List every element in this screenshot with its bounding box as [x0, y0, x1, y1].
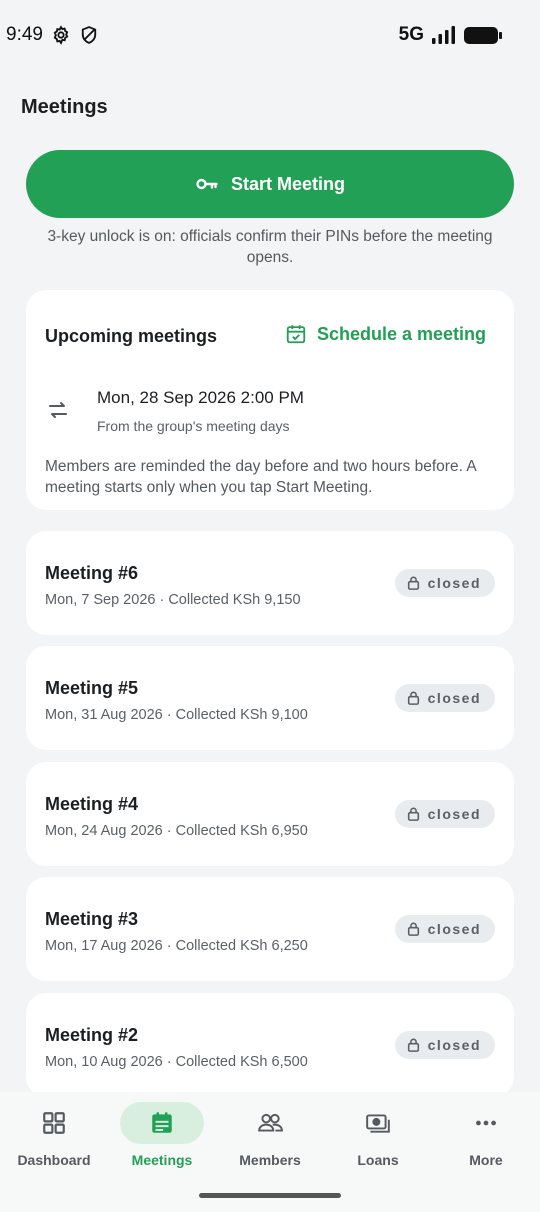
shield-icon [81, 26, 97, 44]
unlock-note: 3-key unlock is on: officials confirm th… [47, 228, 493, 266]
status-time: 9:49 [6, 24, 43, 45]
meeting-title: Meeting #2 [45, 1025, 139, 1045]
page-title: Meetings [21, 96, 108, 118]
meeting-subtitle: Mon, 7 Sep 2026 · Collected KSh 9,150 [45, 592, 301, 608]
meeting-card[interactable]: Meeting #4 Mon, 24 Aug 2026 · Collected … [26, 762, 514, 866]
nav-label: Dashboard [17, 1152, 91, 1168]
upcoming-title: Upcoming meetings [45, 326, 218, 346]
status-right: 5G [398, 24, 502, 46]
status-label: closed [427, 921, 481, 937]
nav-label: More [469, 1152, 503, 1168]
signal-icon [432, 26, 455, 44]
next-meeting-date: Mon, 28 Sep 2026 2:00 PM [97, 388, 304, 407]
lock-icon [407, 807, 419, 821]
lock-icon [407, 922, 419, 936]
nav-icon-container [444, 1102, 528, 1144]
status-label: closed [427, 575, 481, 591]
meeting-subtitle: Mon, 24 Aug 2026 · Collected KSh 6,950 [45, 823, 308, 839]
battery-icon [464, 26, 502, 44]
gear-icon [53, 25, 69, 45]
network-type: 5G [398, 24, 424, 45]
lock-icon [407, 691, 419, 705]
calendar-check-icon [286, 325, 306, 344]
lock-icon [407, 1038, 419, 1052]
meeting-title: Meeting #5 [45, 678, 139, 698]
status-badge: closed [394, 684, 495, 712]
calendar-icon [152, 1112, 172, 1133]
upcoming-meetings-card: Upcoming meetings Schedule a meeting Mon… [26, 290, 514, 510]
nav-icon-container [336, 1102, 420, 1144]
status-badge: closed [394, 569, 495, 597]
meeting-card[interactable]: Meeting #5 Mon, 31 Aug 2026 · Collected … [26, 646, 514, 750]
meeting-card[interactable]: Meeting #3 Mon, 17 Aug 2026 · Collected … [26, 877, 514, 981]
money-icon [366, 1114, 390, 1133]
status-badge: closed [394, 915, 495, 943]
schedule-meeting-button[interactable]: Schedule a meeting [285, 323, 486, 345]
nav-label: Loans [357, 1152, 399, 1168]
status-label: closed [427, 1037, 481, 1053]
schedule-meeting-label: Schedule a meeting [316, 323, 486, 344]
key-icon [196, 178, 218, 190]
meeting-subtitle: Mon, 31 Aug 2026 · Collected KSh 9,100 [45, 707, 308, 723]
nav-label: Meetings [131, 1152, 193, 1168]
status-badge: closed [394, 1031, 495, 1059]
meeting-title: Meeting #4 [45, 794, 139, 814]
grid-icon [43, 1112, 65, 1134]
nav-label: Members [239, 1152, 301, 1168]
lock-icon [407, 576, 419, 590]
people-icon [258, 1113, 283, 1132]
status-bar: 9:49 5G [0, 0, 540, 70]
meeting-title: Meeting #3 [45, 909, 139, 929]
meeting-subtitle: Mon, 10 Aug 2026 · Collected KSh 6,500 [45, 1054, 308, 1070]
meeting-card[interactable]: Meeting #2 Mon, 10 Aug 2026 · Collected … [26, 993, 514, 1097]
home-indicator[interactable] [199, 1193, 341, 1198]
status-label: closed [427, 806, 481, 822]
nav-item-dashboard[interactable]: Dashboard [0, 1092, 108, 1212]
start-meeting-button[interactable]: Start Meeting [26, 150, 514, 218]
status-left: 9:49 [6, 24, 99, 46]
reminder-note: Members are reminded the day before and … [45, 458, 476, 496]
meeting-title: Meeting #6 [45, 563, 139, 583]
more-icon [476, 1120, 496, 1126]
status-badge: closed [394, 800, 495, 828]
meeting-subtitle: Mon, 17 Aug 2026 · Collected KSh 6,250 [45, 938, 308, 954]
repeat-icon [49, 402, 67, 418]
nav-item-more[interactable]: More [432, 1092, 540, 1212]
status-label: closed [427, 690, 481, 706]
start-meeting-label: Start Meeting [230, 173, 345, 194]
nav-icon-container [228, 1102, 312, 1144]
nav-icon-container [120, 1102, 204, 1144]
nav-icon-container [12, 1102, 96, 1144]
meeting-card[interactable]: Meeting #6 Mon, 7 Sep 2026 · Collected K… [26, 531, 514, 635]
next-meeting-source: From the group's meeting days [97, 418, 290, 434]
